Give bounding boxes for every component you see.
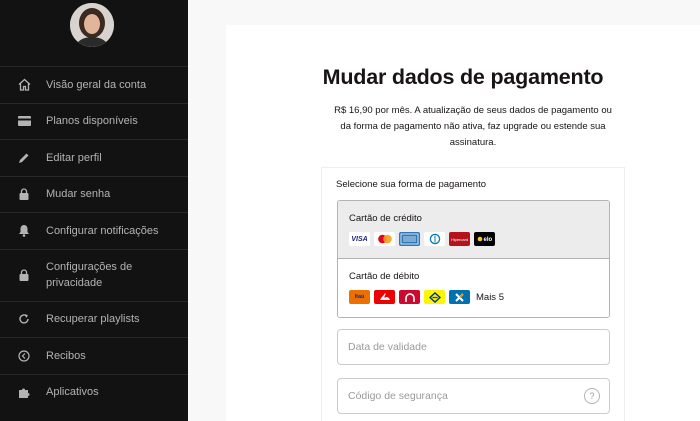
- security-code-field: ?: [337, 378, 610, 414]
- page-title: Mudar dados de pagamento: [322, 65, 604, 89]
- sidebar-item-receipts[interactable]: Recibos: [0, 337, 188, 374]
- sidebar-item-label: Aplicativos: [46, 386, 99, 399]
- sidebar-item-privacy-settings[interactable]: Configurações de privacidade: [0, 248, 188, 301]
- diners-club-logo: [424, 232, 445, 246]
- payment-card: Mudar dados de pagamento R$ 16,90 por mê…: [226, 25, 700, 421]
- sidebar-item-label: Planos disponíveis: [46, 115, 138, 128]
- payment-method-options: Cartão de crédito VISA Hipercard elo Car…: [337, 200, 610, 318]
- home-icon: [16, 77, 32, 93]
- payment-form: Selecione sua forma de pagamento Cartão …: [321, 167, 625, 421]
- bradesco-logo: [399, 290, 420, 304]
- sidebar-item-recover-playlists[interactable]: Recuperar playlists: [0, 300, 188, 338]
- lock-icon: [16, 267, 32, 283]
- svg-text:elo: elo: [484, 237, 493, 243]
- santander-logo: [374, 290, 395, 304]
- pencil-icon: [16, 150, 32, 166]
- lock-icon: [16, 186, 32, 202]
- sidebar-item-label: Recibos: [46, 349, 86, 362]
- hipercard-logo: Hipercard: [449, 232, 470, 246]
- option-credit-card[interactable]: Cartão de crédito VISA Hipercard elo: [338, 201, 609, 259]
- sidebar-item-label: Editar perfil: [46, 151, 102, 164]
- sidebar-item-label: Mudar senha: [46, 188, 111, 201]
- page-description: R$ 16,90 por mês. A atualização de seus …: [334, 105, 612, 148]
- sidebar: Visão geral da conta Planos disponíveis …: [0, 0, 188, 421]
- credit-card-logos: VISA Hipercard elo: [349, 232, 495, 246]
- amex-logo: [399, 232, 420, 246]
- refresh-icon: [16, 311, 32, 327]
- avatar-image: [70, 3, 114, 47]
- caixa-logo: [449, 290, 470, 304]
- mastercard-logo: [374, 232, 395, 246]
- itau-logo: Itaú: [349, 290, 370, 304]
- sidebar-item-edit-profile[interactable]: Editar perfil: [0, 139, 188, 176]
- option-label: Cartão de crédito: [349, 213, 422, 224]
- option-debit-card[interactable]: Cartão de débito Itaú Mais 5: [338, 259, 609, 317]
- banco-do-brasil-logo: [424, 290, 445, 304]
- bell-icon: [16, 223, 32, 239]
- puzzle-icon: [16, 384, 32, 400]
- card-icon: [16, 113, 32, 129]
- payment-method-heading: Selecione sua forma de pagamento: [336, 179, 486, 190]
- sidebar-nav: Visão geral da conta Planos disponíveis …: [0, 66, 188, 410]
- sidebar-item-label: Configurar notificações: [46, 224, 159, 237]
- sidebar-item-label: Recuperar playlists: [46, 313, 140, 326]
- sidebar-item-plans[interactable]: Planos disponíveis: [0, 102, 188, 140]
- main-content: Mudar dados de pagamento R$ 16,90 por mê…: [188, 0, 700, 421]
- avatar[interactable]: [70, 3, 114, 47]
- option-label: Cartão de débito: [349, 271, 420, 282]
- elo-logo: elo: [474, 232, 495, 246]
- visa-logo: VISA: [349, 232, 370, 246]
- clock-icon: [16, 348, 32, 364]
- more-debit-options: Mais 5: [476, 291, 504, 303]
- help-icon[interactable]: ?: [584, 388, 600, 404]
- sidebar-item-change-password[interactable]: Mudar senha: [0, 175, 188, 213]
- sidebar-item-notifications[interactable]: Configurar notificações: [0, 212, 188, 249]
- sidebar-item-label: Configurações de privacidade: [46, 261, 133, 289]
- security-code-input[interactable]: [348, 379, 578, 413]
- sidebar-item-account-overview[interactable]: Visão geral da conta: [0, 66, 188, 103]
- debit-card-logos: Itaú Mais 5: [349, 290, 504, 304]
- expiry-date-input[interactable]: [348, 330, 578, 364]
- expiry-date-field: [337, 329, 610, 365]
- sidebar-item-label: Visão geral da conta: [46, 78, 147, 91]
- sidebar-item-apps[interactable]: Aplicativos: [0, 373, 188, 411]
